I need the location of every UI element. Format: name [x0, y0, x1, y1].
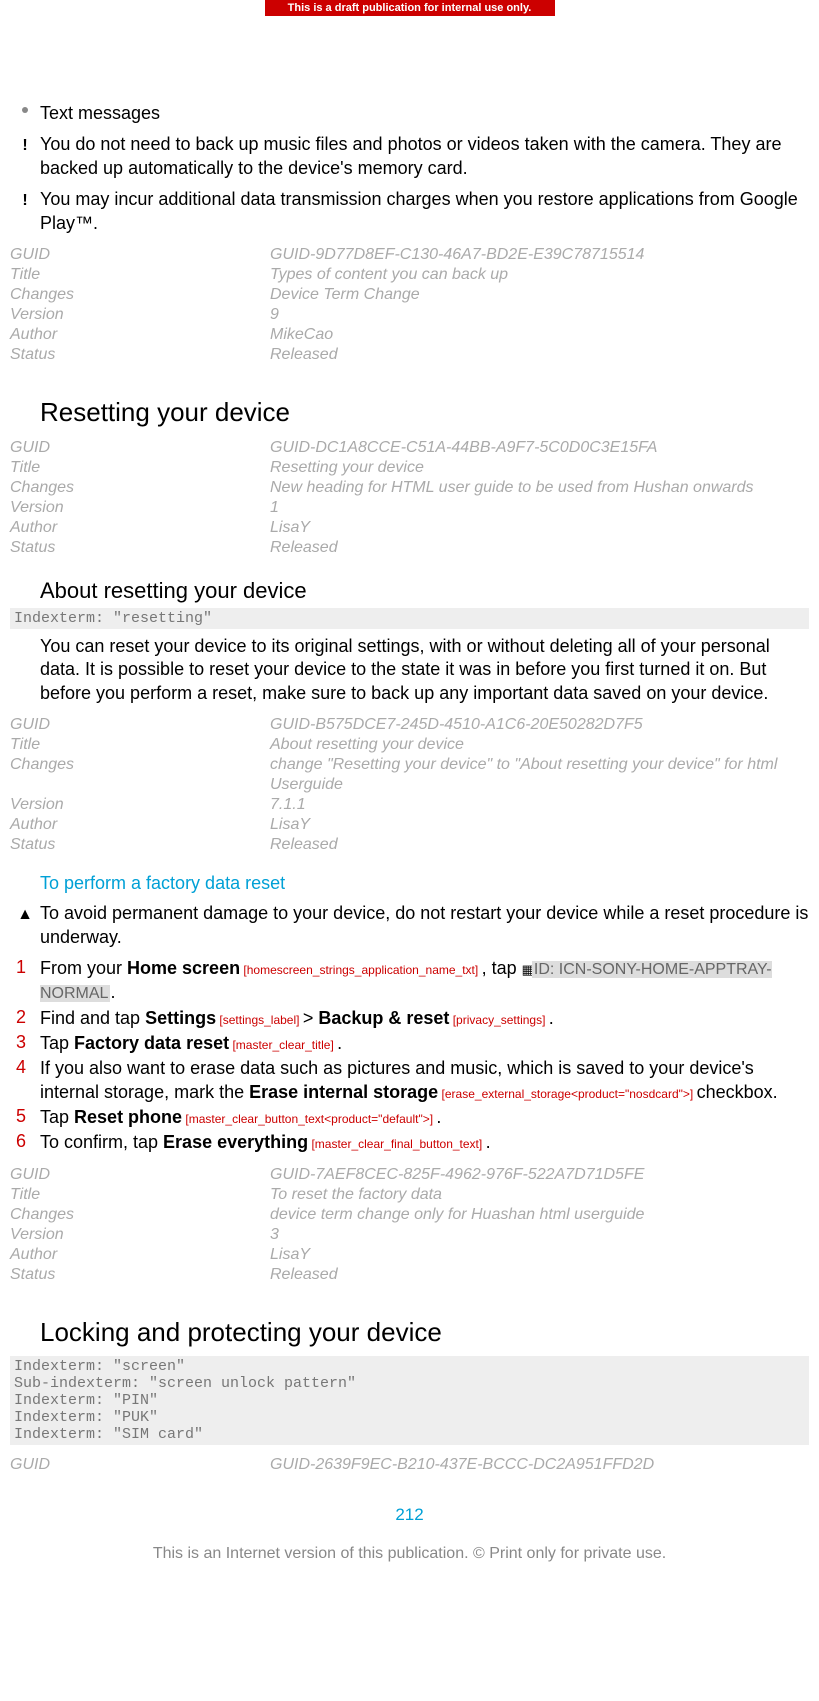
- string-tag: [homescreen_strings_application_name_txt…: [240, 963, 481, 977]
- step-number: 6: [10, 1131, 40, 1152]
- backup-reset-label: Backup & reset: [318, 1008, 449, 1028]
- draft-banner: This is a draft publication for internal…: [265, 0, 555, 16]
- erase-everything-label: Erase everything: [163, 1132, 308, 1152]
- heading-locking: Locking and protecting your device: [40, 1317, 809, 1348]
- string-tag: [settings_label]: [216, 1013, 303, 1027]
- factory-reset-steps: 1 From your Home screen [homescreen_stri…: [10, 957, 809, 1155]
- exclamation-icon: !: [22, 138, 27, 154]
- note-text: You do not need to back up music files a…: [40, 133, 809, 180]
- string-tag: [master_clear_final_button_text]: [308, 1137, 485, 1151]
- string-tag: [master_clear_button_text<product="defau…: [182, 1112, 436, 1126]
- home-screen-label: Home screen: [127, 958, 240, 978]
- step-2: 2 Find and tap Settings [settings_label]…: [10, 1007, 809, 1030]
- step-3: 3 Tap Factory data reset [master_clear_t…: [10, 1032, 809, 1055]
- meta-table-4: GUIDGUID-7AEF8CEC-825F-4962-976F-522A7D7…: [10, 1165, 809, 1285]
- note-backup: ! You do not need to back up music files…: [10, 133, 809, 180]
- indexterm-resetting: Indexterm: "resetting": [10, 608, 809, 629]
- bullet-text-messages: Text messages: [10, 102, 809, 125]
- bullet-text: Text messages: [40, 102, 809, 125]
- warning-text: To avoid permanent damage to your device…: [40, 902, 809, 949]
- heading-about-resetting: About resetting your device: [40, 578, 809, 604]
- exclamation-icon: !: [22, 193, 27, 209]
- warning-factory: ▲ To avoid permanent damage to your devi…: [10, 902, 809, 949]
- erase-internal-label: Erase internal storage: [249, 1082, 438, 1102]
- string-tag: [erase_external_storage<product="nosdcar…: [438, 1087, 696, 1101]
- about-reset-body: You can reset your device to its origina…: [40, 635, 809, 705]
- meta-table-5: GUIDGUID-2639F9EC-B210-437E-BCCC-DC2A951…: [10, 1455, 809, 1475]
- step-number: 1: [10, 957, 40, 978]
- string-tag: [master_clear_title]: [229, 1038, 337, 1052]
- meta-table-2: GUIDGUID-DC1A8CCE-C51A-44BB-A9F7-5C0D0C3…: [10, 438, 809, 558]
- app-tray-icon: ▦: [522, 963, 532, 976]
- indexterm-locking: Indexterm: "screen" Sub-indexterm: "scre…: [10, 1356, 809, 1445]
- step-6: 6 To confirm, tap Erase everything [mast…: [10, 1131, 809, 1154]
- note-text: You may incur additional data transmissi…: [40, 188, 809, 235]
- meta-table-3: GUIDGUID-B575DCE7-245D-4510-A1C6-20E5028…: [10, 715, 809, 855]
- page-number: 212: [10, 1505, 809, 1525]
- step-number: 3: [10, 1032, 40, 1053]
- warning-icon: ▲: [17, 907, 33, 923]
- heading-factory-reset: To perform a factory data reset: [40, 873, 809, 894]
- reset-phone-label: Reset phone: [74, 1107, 182, 1127]
- note-charges: ! You may incur additional data transmis…: [10, 188, 809, 235]
- step-1: 1 From your Home screen [homescreen_stri…: [10, 957, 809, 1005]
- step-number: 5: [10, 1106, 40, 1127]
- factory-data-reset-label: Factory data reset: [74, 1033, 229, 1053]
- footer-text: This is an Internet version of this publ…: [10, 1545, 809, 1563]
- step-4: 4 If you also want to erase data such as…: [10, 1057, 809, 1104]
- step-5: 5 Tap Reset phone [master_clear_button_t…: [10, 1106, 809, 1129]
- meta-table-1: GUIDGUID-9D77D8EF-C130-46A7-BD2E-E39C787…: [10, 245, 809, 365]
- bullet-dot-icon: [22, 107, 28, 113]
- step-number: 2: [10, 1007, 40, 1028]
- heading-resetting: Resetting your device: [40, 397, 809, 428]
- string-tag: [privacy_settings]: [449, 1013, 548, 1027]
- settings-label: Settings: [145, 1008, 216, 1028]
- step-number: 4: [10, 1057, 40, 1078]
